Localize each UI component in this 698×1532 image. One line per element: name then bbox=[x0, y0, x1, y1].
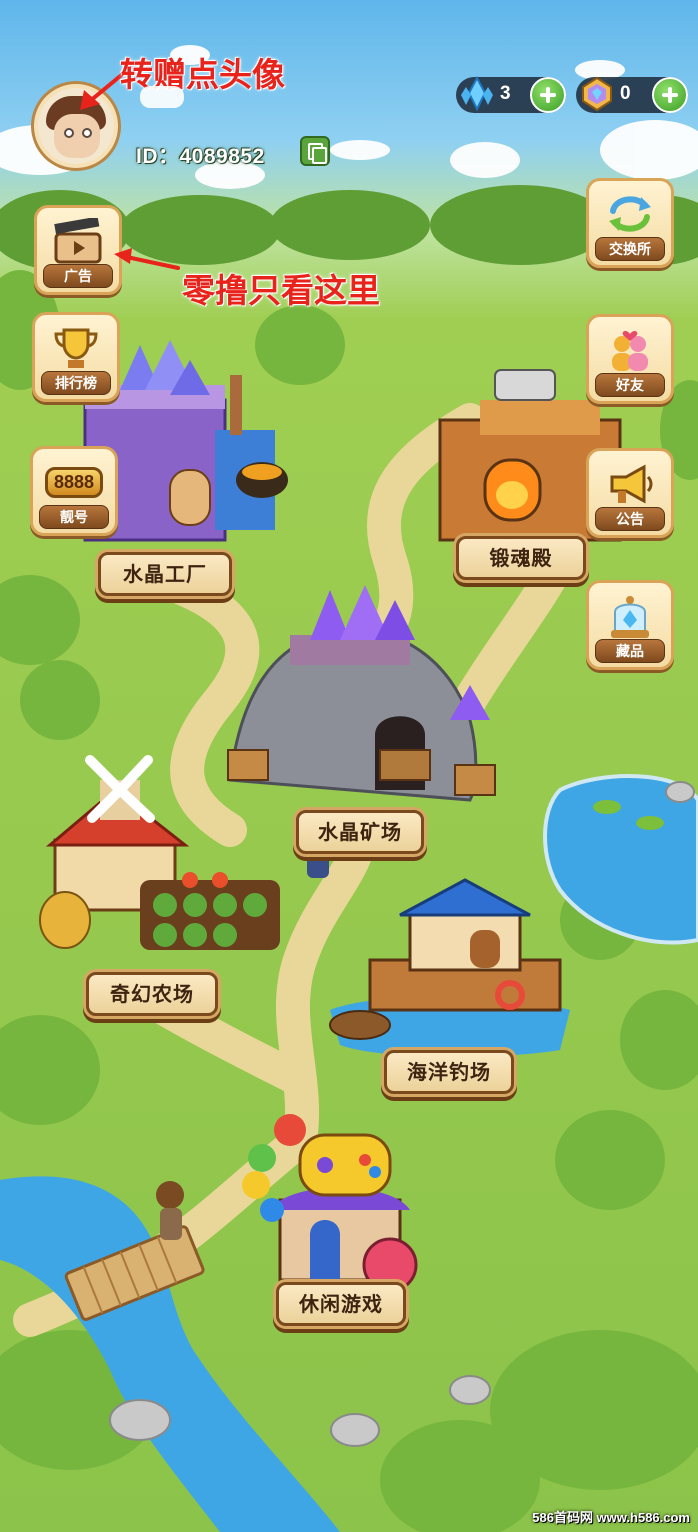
ad-button-label: 广告 bbox=[43, 264, 113, 288]
collection-button[interactable]: 藏品 bbox=[586, 580, 674, 670]
ad-annotation-arrow bbox=[114, 248, 180, 270]
add-gem-button[interactable] bbox=[652, 77, 688, 113]
avatar-face bbox=[54, 114, 100, 158]
currency-gem: 0 bbox=[576, 76, 688, 113]
add-crystal-button[interactable] bbox=[530, 77, 566, 113]
exchange-button-label: 交换所 bbox=[595, 237, 665, 261]
friends-button[interactable]: 好友 bbox=[586, 314, 674, 404]
leaderboard-button-label: 排行榜 bbox=[41, 371, 111, 395]
ad-button[interactable]: 广告 bbox=[34, 205, 122, 295]
hidden-nickname-mask bbox=[140, 86, 184, 108]
location-crystal-factory[interactable]: 水晶工厂 bbox=[98, 552, 232, 596]
collection-jar-icon bbox=[602, 591, 658, 641]
lucky-number-button-label: 靓号 bbox=[39, 505, 109, 529]
friends-icon bbox=[602, 325, 658, 375]
avatar-eye bbox=[82, 128, 92, 138]
site-watermark: 586首码网 www.h586.com bbox=[532, 1510, 690, 1525]
game-map-screen: 转赠点头像 ID：4089852 3 0 广告 零撸只看这里 排行榜 8888 … bbox=[0, 0, 698, 1532]
exchange-arrows-icon bbox=[602, 189, 658, 239]
exchange-button[interactable]: 交换所 bbox=[586, 178, 674, 268]
location-fantasy-farm[interactable]: 奇幻农场 bbox=[86, 972, 218, 1016]
player-id: ID：4089852 bbox=[136, 145, 265, 168]
announcement-button-label: 公告 bbox=[595, 507, 665, 531]
rainbow-gem-icon bbox=[582, 76, 612, 112]
lucky-number-badge: 8888 bbox=[44, 466, 104, 498]
leaderboard-button[interactable]: 排行榜 bbox=[32, 312, 120, 402]
friends-button-label: 好友 bbox=[595, 373, 665, 397]
location-crystal-mine[interactable]: 水晶矿场 bbox=[296, 810, 424, 854]
announcement-button[interactable]: 公告 bbox=[586, 448, 674, 538]
lucky-number-icon: 8888 bbox=[39, 457, 109, 507]
clapperboard-icon bbox=[50, 216, 106, 266]
location-leisure-games[interactable]: 休闲游戏 bbox=[276, 1282, 406, 1326]
currency-crystal: 3 bbox=[456, 75, 566, 113]
collection-button-label: 藏品 bbox=[595, 639, 665, 663]
lucky-number-button[interactable]: 8888 靓号 bbox=[30, 446, 118, 536]
location-soul-forge[interactable]: 锻魂殿 bbox=[456, 536, 586, 580]
trophy-icon bbox=[48, 323, 104, 373]
gem-count: 0 bbox=[620, 83, 631, 104]
copy-id-button[interactable] bbox=[300, 136, 330, 166]
avatar-eye bbox=[64, 128, 74, 138]
blue-crystal-icon bbox=[461, 75, 493, 112]
crystal-count: 3 bbox=[500, 83, 511, 104]
megaphone-icon bbox=[602, 459, 658, 509]
location-ocean-fishing[interactable]: 海洋钓场 bbox=[384, 1050, 514, 1094]
ad-annotation-text: 零撸只看这里 bbox=[182, 271, 380, 310]
